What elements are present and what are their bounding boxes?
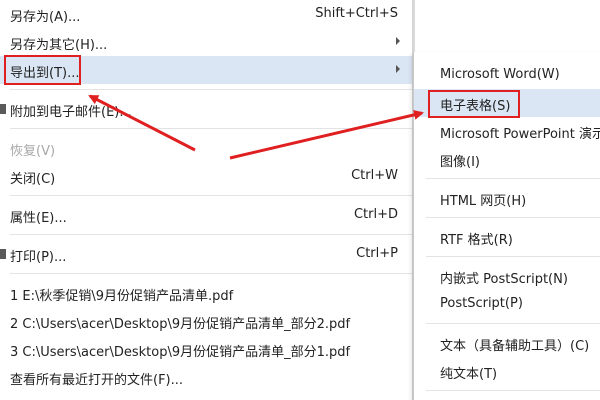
arrow-to-spreadsheet bbox=[229, 109, 424, 160]
annotation-arrows bbox=[88, 94, 424, 160]
arrow-to-export-to bbox=[88, 94, 196, 152]
